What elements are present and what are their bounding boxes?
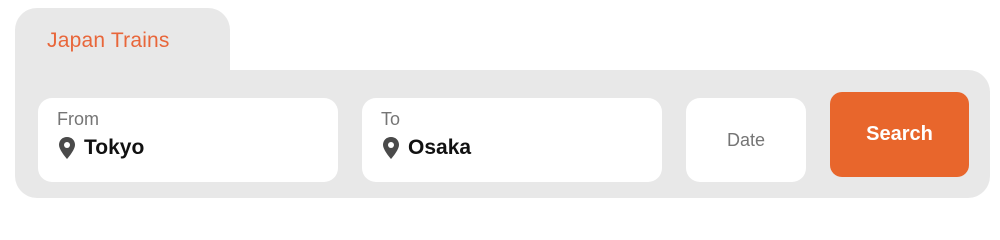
to-field[interactable]: To Osaka [362,98,662,182]
date-placeholder: Date [726,129,766,150]
search-panel: From Tokyo To Osaka Date Search [15,70,990,198]
from-value-row: Tokyo [58,136,144,160]
date-field[interactable]: Date [686,98,806,182]
from-label: From [57,109,99,129]
to-label: To [381,109,401,129]
to-value-row: Osaka [382,136,471,160]
location-pin-icon [59,137,75,159]
to-value: Osaka [408,136,472,159]
search-button[interactable]: Search [830,92,969,177]
train-search-widget: Japan Trains From Tokyo To Osaka Date Se… [15,8,990,198]
tab-label: Japan Trains [47,29,170,52]
from-value: Tokyo [84,136,145,159]
location-pin-icon [383,137,399,159]
from-field[interactable]: From Tokyo [38,98,338,182]
